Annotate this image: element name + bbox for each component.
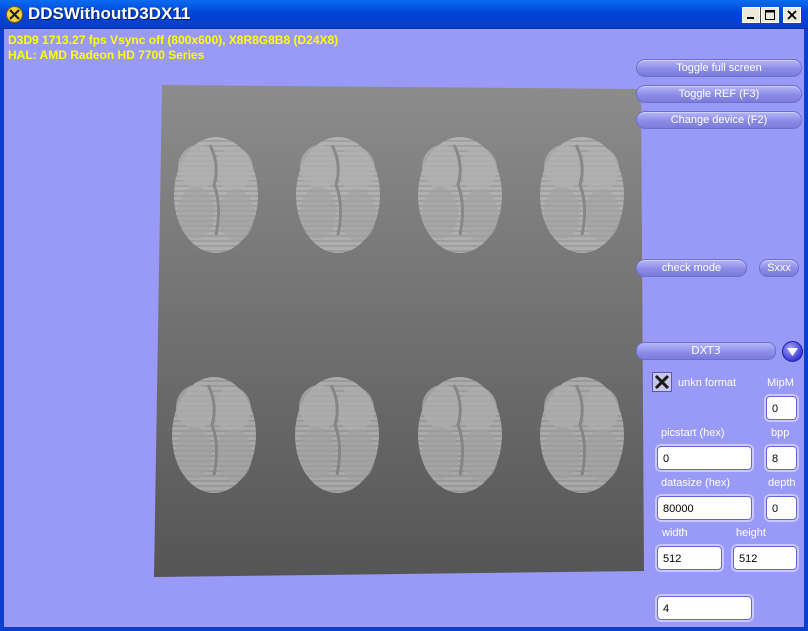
rendered-texture-quad	[154, 85, 644, 577]
title-bar[interactable]: DDSWithoutD3DX11	[0, 0, 808, 29]
app-window: DDSWithoutD3DX11 D3D9 1713.27 fps Vsync …	[0, 0, 808, 631]
sxxx-button[interactable]: Sxxx	[759, 259, 799, 277]
check-mode-button[interactable]: check mode	[636, 259, 747, 277]
width-label: width	[662, 527, 688, 539]
depth-input[interactable]: 0	[766, 496, 797, 520]
fps-stats: D3D9 1713.27 fps Vsync off (800x600), X8…	[8, 33, 339, 47]
render-viewport[interactable]: D3D9 1713.27 fps Vsync off (800x600), X8…	[4, 29, 804, 627]
maximize-button[interactable]	[761, 7, 779, 23]
app-icon[interactable]	[6, 6, 23, 23]
height-label: height	[736, 527, 766, 539]
mipm-input[interactable]: 0	[766, 396, 797, 420]
change-device-button[interactable]: Change device (F2)	[636, 111, 802, 129]
close-button[interactable]	[783, 7, 801, 23]
toggle-full-screen-button[interactable]: Toggle full screen	[636, 59, 802, 77]
datasize-input[interactable]: 80000	[657, 496, 752, 520]
format-combo[interactable]: DXT3	[636, 342, 776, 360]
picstart-input[interactable]: 0	[657, 446, 752, 470]
height-input[interactable]: 512	[733, 546, 797, 570]
extra-input[interactable]: 4	[657, 596, 752, 620]
width-input[interactable]: 512	[657, 546, 722, 570]
chevron-down-icon[interactable]	[782, 341, 803, 362]
bpp-input[interactable]: 8	[766, 446, 797, 470]
device-stats: HAL: AMD Radeon HD 7700 Series	[8, 48, 205, 62]
bpp-label: bpp	[771, 427, 790, 439]
unkn-format-label: unkn format	[678, 377, 737, 389]
unkn-format-checkbox[interactable]	[652, 372, 672, 392]
minimize-button[interactable]	[742, 7, 760, 23]
datasize-label: datasize (hex)	[661, 477, 731, 489]
window-title: DDSWithoutD3DX11	[28, 4, 191, 23]
toggle-ref-button[interactable]: Toggle REF (F3)	[636, 85, 802, 103]
picstart-label: picstart (hex)	[661, 427, 725, 439]
depth-label: depth	[768, 477, 796, 489]
mipm-label: MipM	[767, 377, 794, 389]
